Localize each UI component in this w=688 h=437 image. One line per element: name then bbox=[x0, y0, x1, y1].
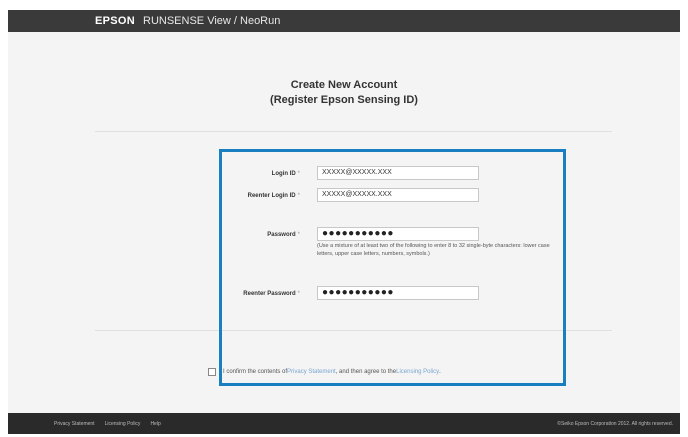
copyright: ©Seiko Epson Corporation 2012. All right… bbox=[557, 420, 673, 427]
footer-link-help[interactable]: Help bbox=[150, 421, 160, 427]
page-title: Create New Account (Register Epson Sensi… bbox=[8, 78, 680, 108]
divider-top bbox=[95, 131, 612, 132]
top-bar: EPSON RUNSENSE View / NeoRun bbox=[8, 10, 680, 32]
page-title-line2: (Register Epson Sensing ID) bbox=[270, 94, 418, 106]
footer-links: Privacy Statement Licensing Policy Help bbox=[54, 421, 171, 427]
app-title: RUNSENSE View / NeoRun bbox=[143, 15, 281, 27]
brand-logo: EPSON bbox=[95, 15, 136, 27]
footer: Privacy Statement Licensing Policy Help … bbox=[8, 413, 680, 434]
footer-link-privacy[interactable]: Privacy Statement bbox=[54, 421, 95, 427]
consent-checkbox[interactable] bbox=[208, 368, 216, 376]
page-title-line1: Create New Account bbox=[290, 79, 398, 91]
form-highlight-box bbox=[219, 149, 566, 386]
footer-link-licensing[interactable]: Licensing Policy bbox=[105, 421, 141, 427]
